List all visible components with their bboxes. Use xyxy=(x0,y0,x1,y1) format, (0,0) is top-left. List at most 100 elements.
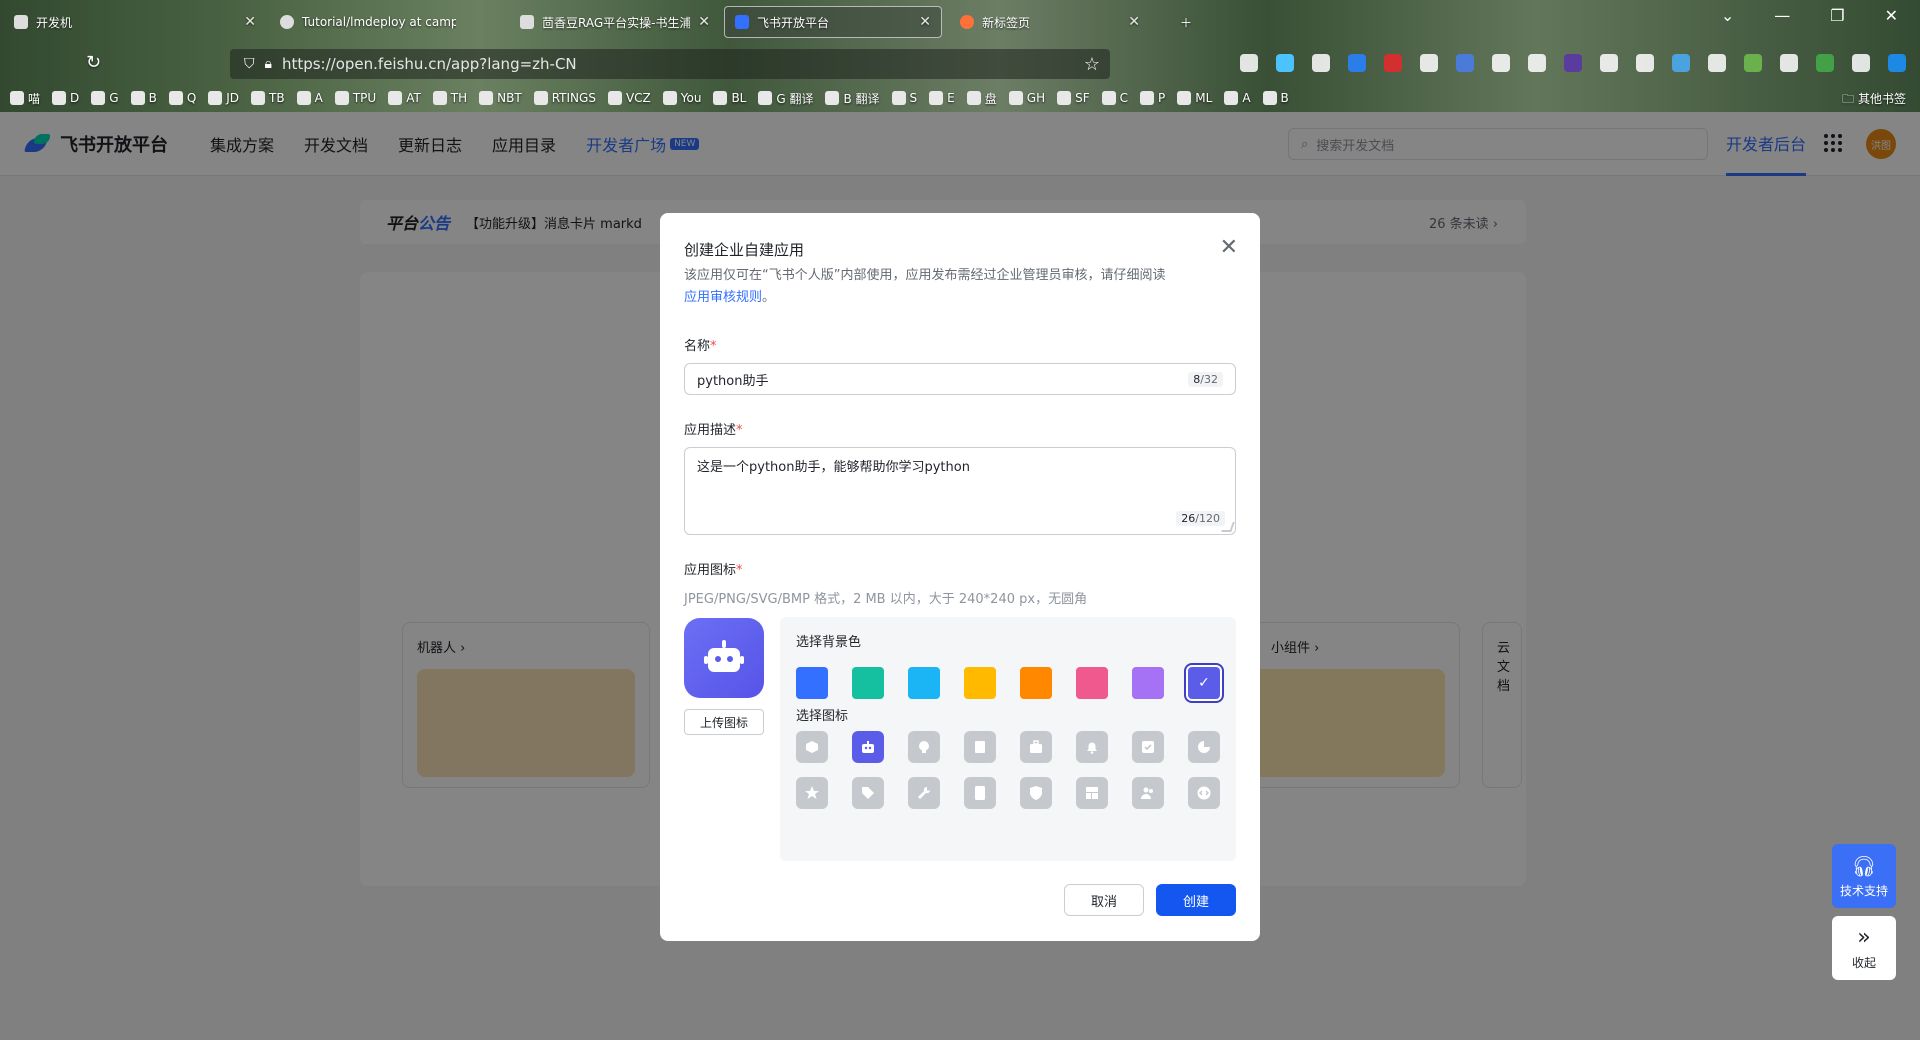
color-swatch[interactable] xyxy=(852,667,884,699)
icon-option[interactable] xyxy=(908,731,940,763)
upload-icon-button[interactable]: 上传图标 xyxy=(684,709,764,735)
reload-icon[interactable]: ↻ xyxy=(86,52,101,73)
tech-support-button[interactable]: 🎧︎ 技术支持 xyxy=(1832,844,1896,908)
icon-option[interactable] xyxy=(1132,731,1164,763)
extension-icon[interactable] xyxy=(1564,54,1582,72)
chevron-down-icon[interactable]: ⌄ xyxy=(1721,6,1734,25)
minimize-icon[interactable]: — xyxy=(1774,6,1790,25)
color-swatch[interactable] xyxy=(796,667,828,699)
download-icon[interactable] xyxy=(1276,54,1294,72)
restore-icon[interactable]: ❐ xyxy=(1830,6,1844,25)
other-bookmarks-folder[interactable]: 🗀 其他书签 xyxy=(1842,90,1906,111)
bookmark-item[interactable]: E xyxy=(929,91,955,105)
review-rules-link[interactable]: 应用审核规则 xyxy=(684,290,762,305)
bookmark-item[interactable]: You xyxy=(662,91,701,105)
extension-icon[interactable] xyxy=(1672,54,1690,72)
extension-icon[interactable] xyxy=(1492,54,1510,72)
bookmark-item[interactable]: TB xyxy=(251,91,285,105)
extension-icon[interactable] xyxy=(1384,54,1402,72)
resize-handle[interactable] xyxy=(1221,522,1235,532)
browser-tab-4[interactable]: 新标签页 ✕ xyxy=(950,6,1150,38)
extension-icon[interactable] xyxy=(1780,54,1798,72)
bookmark-item[interactable]: A xyxy=(296,91,323,105)
create-button[interactable]: 创建 xyxy=(1156,884,1236,916)
browser-tab-3[interactable]: 飞书开放平台 ✕ xyxy=(724,6,942,38)
bookmark-item[interactable]: A xyxy=(1224,91,1251,105)
browser-tab-1[interactable]: Tutorial/lmdeploy at camp2 xyxy=(270,6,466,38)
icon-option[interactable] xyxy=(1188,731,1220,763)
crop-icon[interactable] xyxy=(1636,54,1654,72)
extension-icon[interactable] xyxy=(1420,54,1438,72)
bookmark-item[interactable]: G xyxy=(91,91,119,105)
app-name-value[interactable]: python助手 xyxy=(697,370,768,389)
new-tab-button[interactable]: ＋ xyxy=(1170,6,1202,38)
browser-tab-2[interactable]: 茴香豆RAG平台实操-书生浦语 ✕ xyxy=(510,6,720,38)
bookmark-item[interactable]: ML xyxy=(1177,91,1212,105)
color-swatch[interactable] xyxy=(908,667,940,699)
pocket-icon[interactable] xyxy=(1240,54,1258,72)
icon-option[interactable] xyxy=(908,777,940,809)
bookmark-item[interactable]: Q xyxy=(168,91,196,105)
icon-option[interactable] xyxy=(1020,777,1052,809)
extension-icon[interactable] xyxy=(1888,54,1906,72)
bookmark-item[interactable]: JD xyxy=(208,91,239,105)
bookmark-item[interactable]: 喵 xyxy=(10,90,40,107)
icon-option[interactable] xyxy=(1188,777,1220,809)
extension-icon[interactable] xyxy=(1312,54,1330,72)
url-bar[interactable]: ⛉ 🔒︎ https://open.feishu.cn/app?lang=zh-… xyxy=(230,49,1110,79)
bookmark-item[interactable]: B xyxy=(1262,91,1289,105)
close-icon[interactable]: ✕ xyxy=(919,14,931,30)
icon-option[interactable] xyxy=(964,731,996,763)
color-swatch[interactable] xyxy=(1132,667,1164,699)
icon-option[interactable] xyxy=(1132,777,1164,809)
browser-tab-0[interactable]: 开发机 ✕ xyxy=(4,6,266,38)
app-description-value[interactable]: 这是一个python助手，能够帮助你学习python xyxy=(697,460,970,475)
bookmark-item[interactable]: TPU xyxy=(334,91,376,105)
bookmark-item[interactable]: C xyxy=(1101,91,1128,105)
bookmark-item[interactable]: RTINGS xyxy=(533,91,596,105)
color-swatch[interactable]: ✓ xyxy=(1188,667,1220,699)
bookmark-item[interactable]: P xyxy=(1140,91,1165,105)
bookmark-item[interactable]: B 翻译 xyxy=(825,90,880,107)
bookmark-item[interactable]: S xyxy=(891,91,917,105)
bookmark-item[interactable]: G 翻译 xyxy=(758,90,813,107)
color-swatch[interactable] xyxy=(1020,667,1052,699)
bookmark-item[interactable]: NBT xyxy=(479,91,522,105)
icon-option[interactable] xyxy=(964,777,996,809)
shield-icon[interactable]: ⛉ xyxy=(244,56,255,72)
bookmark-item[interactable]: D xyxy=(52,91,79,105)
icon-option[interactable] xyxy=(1076,777,1108,809)
close-icon[interactable]: ✕ xyxy=(1128,14,1140,30)
close-icon[interactable]: ✕ xyxy=(698,14,710,30)
bookmark-item[interactable]: 盘 xyxy=(966,90,997,107)
icon-option[interactable] xyxy=(1076,731,1108,763)
lock-icon[interactable]: 🔒︎ xyxy=(265,56,272,72)
app-name-input[interactable]: python助手 8/32 xyxy=(684,363,1236,395)
extension-icon[interactable] xyxy=(1708,54,1726,72)
icon-option[interactable] xyxy=(796,731,828,763)
bookmark-item[interactable]: BL xyxy=(713,91,746,105)
extension-icon[interactable] xyxy=(1744,54,1762,72)
bookmark-item[interactable]: B xyxy=(130,91,157,105)
bookmark-item[interactable]: SF xyxy=(1057,91,1090,105)
bookmark-item[interactable]: TH xyxy=(432,91,467,105)
close-icon[interactable]: ✕ xyxy=(1220,235,1238,260)
icon-option[interactable] xyxy=(796,777,828,809)
extension-icon[interactable] xyxy=(1348,54,1366,72)
app-description-textarea[interactable]: 这是一个python助手，能够帮助你学习python 26/120 xyxy=(684,447,1236,535)
extension-icon[interactable] xyxy=(1816,54,1834,72)
extension-icon[interactable] xyxy=(1528,54,1546,72)
icon-option[interactable] xyxy=(852,777,884,809)
cancel-button[interactable]: 取消 xyxy=(1064,884,1144,916)
extension-icon[interactable] xyxy=(1600,54,1618,72)
url-text[interactable]: https://open.feishu.cn/app?lang=zh-CN xyxy=(282,55,577,73)
collapse-button[interactable]: » 收起 xyxy=(1832,916,1896,980)
bookmark-item[interactable]: VCZ xyxy=(607,91,651,105)
close-window-icon[interactable]: ✕ xyxy=(1885,6,1898,25)
close-icon[interactable]: ✕ xyxy=(244,14,256,30)
icon-option[interactable] xyxy=(852,731,884,763)
color-swatch[interactable] xyxy=(1076,667,1108,699)
bookmark-star-icon[interactable]: ☆ xyxy=(1084,54,1100,75)
icon-option[interactable] xyxy=(1020,731,1052,763)
color-swatch[interactable] xyxy=(964,667,996,699)
